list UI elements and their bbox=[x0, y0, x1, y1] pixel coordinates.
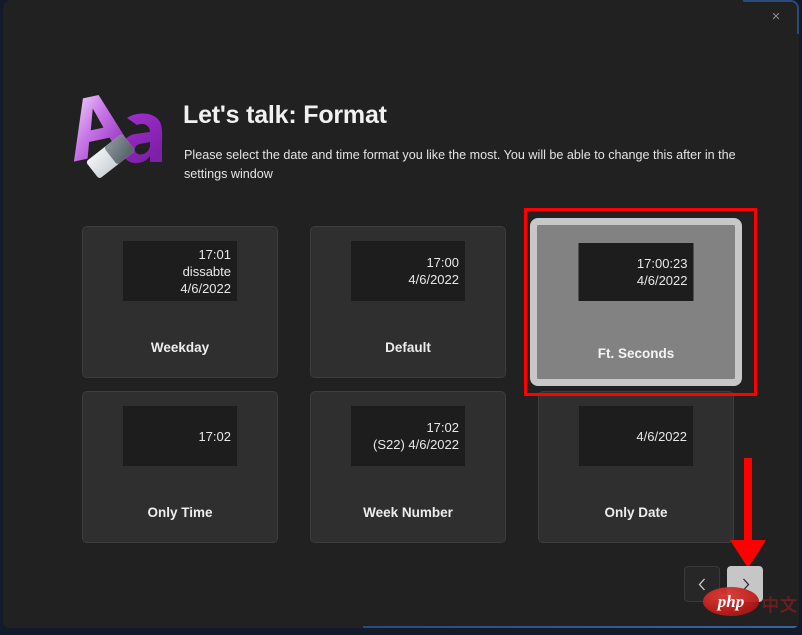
preview-line: 4/6/2022 bbox=[636, 428, 687, 445]
chevron-left-icon bbox=[696, 577, 709, 592]
format-card-label: Only Time bbox=[83, 505, 277, 520]
format-preview: 17:00:23 4/6/2022 bbox=[579, 243, 694, 301]
preview-line: 17:02 bbox=[426, 419, 459, 436]
desktop-background: × bbox=[0, 0, 802, 635]
format-card-grid: 17:01 dissabte 4/6/2022 Weekday 17:00 4/… bbox=[82, 226, 732, 546]
format-card-default[interactable]: 17:00 4/6/2022 Default bbox=[310, 226, 506, 378]
window-accent-bottom bbox=[363, 626, 799, 628]
header: Let's talk: Format Please select the dat… bbox=[3, 0, 799, 205]
preview-line: 4/6/2022 bbox=[637, 272, 688, 289]
format-card-label: Ft. Seconds bbox=[537, 346, 735, 361]
chevron-right-icon bbox=[739, 577, 752, 592]
wizard-navigation bbox=[684, 566, 763, 602]
format-preview: 17:00 4/6/2022 bbox=[351, 241, 465, 301]
format-card-label: Week Number bbox=[311, 505, 505, 520]
next-button[interactable] bbox=[727, 566, 763, 602]
setup-wizard-window: × bbox=[3, 0, 799, 628]
format-preview: 17:02 (S22) 4/6/2022 bbox=[351, 406, 465, 466]
preview-line: 4/6/2022 bbox=[180, 280, 231, 297]
preview-line: 17:00:23 bbox=[637, 255, 688, 272]
preview-line: 17:00 bbox=[426, 254, 459, 271]
format-card-label: Default bbox=[311, 340, 505, 355]
preview-line: dissabte bbox=[183, 263, 231, 280]
format-preview: 17:01 dissabte 4/6/2022 bbox=[123, 241, 237, 301]
page-subtitle: Please select the date and time format y… bbox=[184, 146, 766, 184]
format-card-weekday[interactable]: 17:01 dissabte 4/6/2022 Weekday bbox=[82, 226, 278, 378]
format-preview: 4/6/2022 bbox=[579, 406, 693, 466]
format-preview: 17:02 bbox=[123, 406, 237, 466]
format-card-ft-seconds[interactable]: 17:00:23 4/6/2022 Ft. Seconds bbox=[530, 218, 742, 386]
preview-line: 4/6/2022 bbox=[408, 271, 459, 288]
prev-button[interactable] bbox=[684, 566, 720, 602]
format-card-label: Weekday bbox=[83, 340, 277, 355]
aa-eraser-logo bbox=[65, 88, 169, 186]
format-card-only-time[interactable]: 17:02 Only Time bbox=[82, 391, 278, 543]
page-title: Let's talk: Format bbox=[183, 101, 387, 130]
preview-line: 17:01 bbox=[198, 246, 231, 263]
preview-line: (S22) 4/6/2022 bbox=[373, 436, 459, 453]
format-card-only-date[interactable]: 4/6/2022 Only Date bbox=[538, 391, 734, 543]
preview-line: 17:02 bbox=[198, 428, 231, 445]
format-card-label: Only Date bbox=[539, 505, 733, 520]
watermark-cn-text: 中文网 bbox=[762, 591, 799, 616]
format-card-week-number[interactable]: 17:02 (S22) 4/6/2022 Week Number bbox=[310, 391, 506, 543]
